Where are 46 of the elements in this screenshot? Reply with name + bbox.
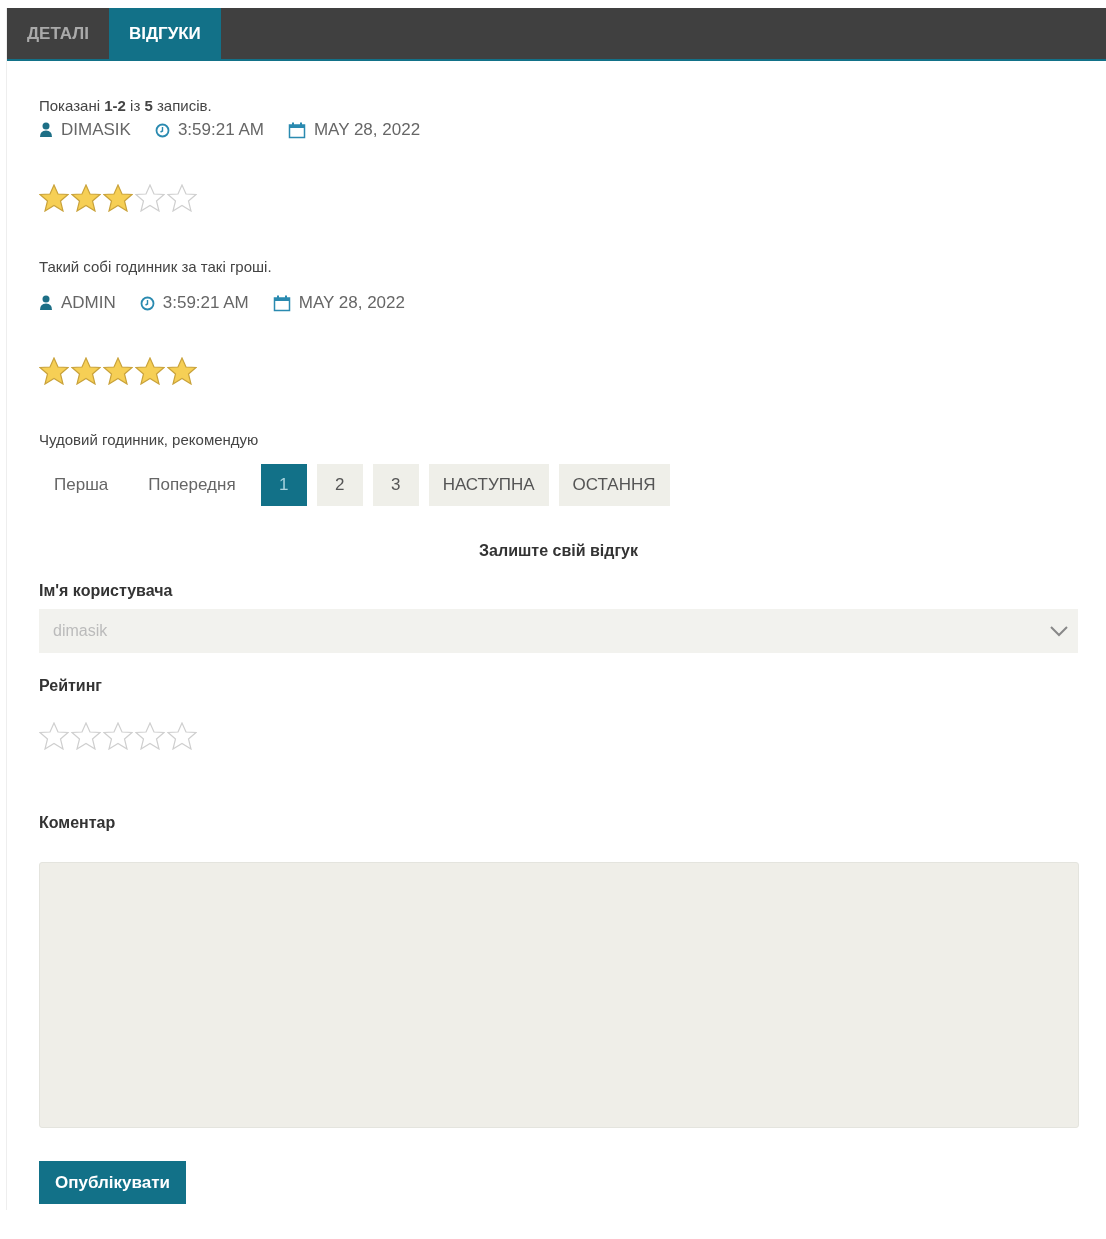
review-time: 3:59:21 AM xyxy=(162,293,249,313)
empty-star-icon xyxy=(135,184,165,212)
review-date: MAY 28, 2022 xyxy=(298,293,405,313)
filled-star-icon xyxy=(103,184,133,212)
review-date: MAY 28, 2022 xyxy=(313,120,421,140)
empty-star-icon[interactable] xyxy=(71,722,101,750)
field-label: Рейтинг xyxy=(39,677,103,695)
user-icon xyxy=(39,122,53,138)
clock-icon xyxy=(154,122,170,138)
field-label: Коментар xyxy=(39,814,117,832)
empty-star-icon[interactable] xyxy=(103,722,133,750)
filled-star-icon xyxy=(39,184,69,212)
empty-star-icon[interactable] xyxy=(135,722,165,750)
pagination-button[interactable]: 2 xyxy=(316,464,363,506)
empty-star-icon xyxy=(167,184,197,212)
filled-star-icon xyxy=(71,184,101,212)
pagination-button[interactable]: 3 xyxy=(372,464,419,506)
comment-field[interactable] xyxy=(39,862,1079,1128)
pagination-button[interactable]: НАСТУПНА xyxy=(428,464,549,506)
review-comment: Чудовий годинник, рекомендую xyxy=(39,431,260,448)
review-author: ADMIN xyxy=(61,293,116,313)
calendar-icon xyxy=(287,121,306,139)
filled-star-icon xyxy=(135,357,165,385)
chevron-down-icon xyxy=(1050,625,1068,637)
pagination-link[interactable]: Перша xyxy=(39,464,124,506)
publish-button[interactable]: Опублікувати xyxy=(39,1161,186,1204)
clock-icon xyxy=(139,295,155,311)
field-label: Ім'я користувача xyxy=(39,582,174,600)
calendar-icon xyxy=(272,294,291,312)
pagination-button[interactable]: ОСТАННЯ xyxy=(558,464,670,506)
review-time: 3:59:21 AM xyxy=(177,120,264,140)
filled-star-icon xyxy=(103,357,133,385)
empty-star-icon[interactable] xyxy=(167,722,197,750)
review-author: DIMASIK xyxy=(61,120,131,140)
filled-star-icon xyxy=(167,357,197,385)
filled-star-icon xyxy=(71,357,101,385)
review-comment: Такий собі годинник за такі гроші. xyxy=(39,258,273,275)
records-summary: Показані 1-2 із 5 записів. xyxy=(39,97,213,114)
empty-star-icon[interactable] xyxy=(39,722,69,750)
pagination-link[interactable]: Попередня xyxy=(133,464,251,506)
tab[interactable]: ВІДГУКИ xyxy=(108,8,221,59)
pagination-button[interactable]: 1 xyxy=(260,464,307,506)
filled-star-icon xyxy=(39,357,69,385)
user-icon xyxy=(39,295,53,311)
tab[interactable]: ДЕТАЛІ xyxy=(7,8,109,59)
form-heading: Залиште свій відгук xyxy=(478,542,639,560)
